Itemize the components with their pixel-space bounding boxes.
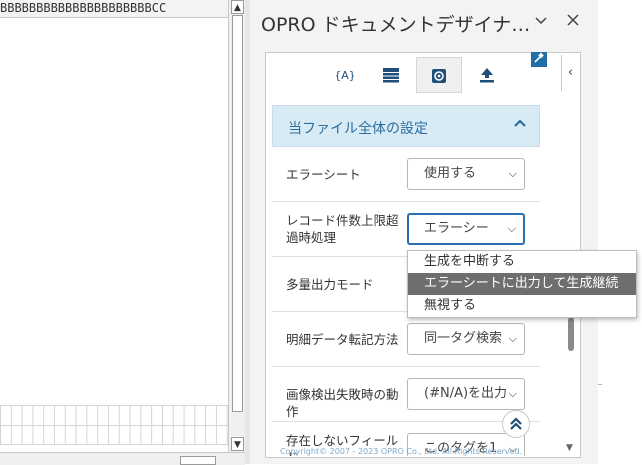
upload-icon[interactable] bbox=[464, 57, 510, 93]
sheet-horizontal-scrollbar[interactable] bbox=[0, 452, 245, 465]
variable-icon[interactable]: {A} bbox=[322, 57, 368, 93]
scroll-to-top-icon[interactable] bbox=[502, 410, 530, 438]
sheet-scroll-thumb[interactable] bbox=[232, 15, 243, 412]
setting-row-record-limit: レコード件数上限超過時処理 エラーシー ⌵ bbox=[272, 202, 540, 257]
collapse-pane-chevron-icon[interactable]: ‹ bbox=[561, 55, 579, 91]
scroll-down-arrow-icon[interactable]: ▼ bbox=[231, 437, 244, 451]
select-value: 同一タグ検索 bbox=[424, 331, 503, 346]
settings-icon[interactable] bbox=[416, 57, 462, 93]
table-icon[interactable] bbox=[368, 57, 414, 93]
setting-label: レコード件数上限超過時処理 bbox=[286, 213, 399, 245]
pane-title: OPRO ドキュメントデザイナ… bbox=[261, 14, 531, 36]
scroll-up-arrow-icon[interactable]: ▲ bbox=[231, 0, 244, 14]
chevron-down-icon: ⌵ bbox=[508, 167, 517, 180]
error-sheet-select[interactable]: 使用する ⌵ bbox=[407, 158, 525, 190]
pin-icon[interactable] bbox=[531, 52, 547, 67]
select-value: 使用する bbox=[424, 166, 477, 181]
edge-mark bbox=[598, 384, 602, 385]
chevron-down-icon: ⌵ bbox=[508, 332, 517, 345]
addin-toolbar: {A} bbox=[322, 57, 510, 93]
image-failure-select[interactable]: (#N/A)を出力 ⌵ bbox=[407, 378, 525, 410]
section-header-file-settings[interactable]: 当ファイル全体の設定 bbox=[272, 105, 540, 147]
spreadsheet-area[interactable]: BBBBBBBBBBBBBBBBBBBBBCC bbox=[0, 0, 228, 464]
scroll-down-icon[interactable]: ▼ bbox=[566, 443, 573, 453]
worksheet-right-area bbox=[598, 0, 642, 464]
setting-row-error-sheet: エラーシート 使用する ⌵ bbox=[272, 147, 540, 202]
dropdown-option[interactable]: 無視する bbox=[408, 295, 636, 317]
setting-label: エラーシート bbox=[286, 167, 361, 182]
setting-label: 多量出力モード bbox=[286, 277, 374, 292]
copyright-text: Copyright© 2007 - 2023 OPRO Co., Ltd. Al… bbox=[280, 447, 523, 456]
record-limit-dropdown-list[interactable]: 生成を中断する エラーシートに出力して生成継続 無視する bbox=[407, 250, 637, 318]
setting-label: 画像検出失敗時の動作 bbox=[286, 387, 399, 419]
select-value: エラーシー bbox=[424, 221, 489, 236]
setting-row-detail-transfer: 明細データ転記方法 同一タグ検索 ⌵ bbox=[272, 312, 540, 367]
close-icon[interactable] bbox=[563, 13, 583, 31]
svg-text:{A}: {A} bbox=[336, 69, 354, 82]
panel-scroll-thumb[interactable] bbox=[568, 317, 574, 351]
dropdown-option[interactable]: 生成を中断する bbox=[408, 251, 636, 273]
chevron-down-icon: ⌵ bbox=[508, 387, 517, 400]
detail-transfer-select[interactable]: 同一タグ検索 ⌵ bbox=[407, 323, 525, 355]
grid-row-line bbox=[0, 425, 228, 426]
grid-row-line bbox=[0, 405, 228, 406]
grid-row-line bbox=[0, 444, 228, 445]
record-limit-select[interactable]: エラーシー ⌵ bbox=[407, 213, 525, 245]
chevron-up-icon[interactable] bbox=[513, 117, 527, 133]
chevron-down-icon: ⌵ bbox=[507, 222, 516, 235]
section-title: 当ファイル全体の設定 bbox=[288, 121, 428, 137]
dropdown-option-highlighted[interactable]: エラーシートに出力して生成継続 bbox=[408, 273, 636, 295]
pane-options-chevron-icon[interactable] bbox=[531, 13, 551, 31]
select-value: (#N/A)を出力 bbox=[424, 386, 508, 401]
sheet-vertical-scrollbar[interactable]: ▲ ▼ bbox=[228, 0, 246, 452]
setting-row-image-failure: 画像検出失敗時の動作 (#N/A)を出力 ⌵ bbox=[272, 367, 540, 422]
column-header-strip: BBBBBBBBBBBBBBBBBBBBBCC bbox=[0, 0, 228, 18]
setting-label: 明細データ転記方法 bbox=[286, 332, 399, 347]
